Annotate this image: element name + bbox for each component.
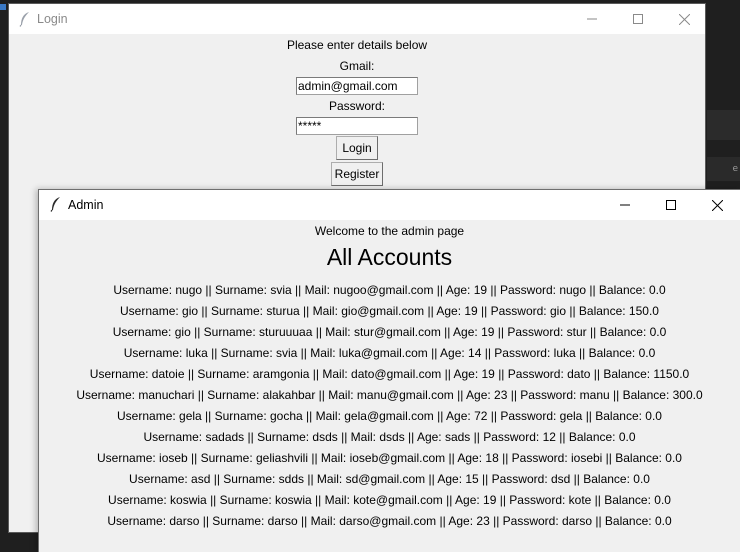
- admin-window-title: Admin: [68, 198, 104, 212]
- login-close-button[interactable]: [661, 4, 707, 34]
- account-row: Username: datoie || Surname: aramgonia |…: [89, 367, 690, 381]
- password-label: Password:: [328, 99, 386, 113]
- background-window-strip-text: e: [707, 157, 740, 181]
- maximize-icon: [633, 14, 643, 24]
- close-icon: [711, 199, 723, 211]
- admin-title-bar[interactable]: Admin: [39, 190, 740, 220]
- all-accounts-heading: All Accounts: [326, 244, 453, 270]
- account-row: Username: luka || Surname: svia || Mail:…: [123, 346, 656, 360]
- background-window-strip: [707, 110, 740, 140]
- account-row: Username: nugo || Surname: svia || Mail:…: [113, 283, 666, 297]
- maximize-icon: [666, 200, 676, 210]
- minimize-icon: [620, 204, 630, 206]
- account-row: Username: darso || Surname: darso || Mai…: [107, 514, 672, 528]
- admin-welcome-text: Welcome to the admin page: [314, 224, 465, 238]
- admin-minimize-button[interactable]: [602, 190, 648, 220]
- admin-maximize-button[interactable]: [648, 190, 694, 220]
- login-button[interactable]: Login: [336, 136, 378, 160]
- admin-window: Admin Welcome to the admin page All Acco…: [38, 189, 740, 552]
- login-window-title: Login: [37, 12, 68, 26]
- register-button[interactable]: Register: [331, 162, 383, 186]
- account-row: Username: sadads || Surname: dsds || Mai…: [143, 430, 636, 444]
- login-prompt: Please enter details below: [286, 38, 428, 52]
- tk-feather-icon: [50, 197, 60, 212]
- account-row: Username: gela || Surname: gocha || Mail…: [117, 409, 662, 423]
- account-row: Username: gio || Surname: sturua || Mail…: [120, 304, 659, 318]
- tk-feather-icon: [19, 12, 29, 27]
- login-maximize-button[interactable]: [615, 4, 661, 34]
- gmail-input[interactable]: admin@gmail.com: [296, 77, 418, 95]
- close-icon: [678, 13, 690, 25]
- login-minimize-button[interactable]: [569, 4, 615, 34]
- login-title-bar[interactable]: Login: [9, 4, 705, 34]
- password-input[interactable]: *****: [296, 117, 418, 135]
- gmail-label: Gmail:: [339, 59, 375, 73]
- desktop-accent-mark: [0, 4, 6, 10]
- minimize-icon: [587, 18, 597, 20]
- account-row: Username: ioseb || Surname: geliashvili …: [97, 451, 682, 465]
- desktop: e Login Please enter details below Gmail…: [0, 0, 740, 552]
- admin-close-button[interactable]: [694, 190, 740, 220]
- account-row: Username: koswia || Surname: koswia || M…: [108, 493, 671, 507]
- account-row: Username: manuchari || Surname: alakahba…: [76, 388, 703, 402]
- account-row: Username: asd || Surname: sdds || Mail: …: [129, 472, 650, 486]
- account-row: Username: gio || Surname: sturuuuaa || M…: [112, 325, 667, 339]
